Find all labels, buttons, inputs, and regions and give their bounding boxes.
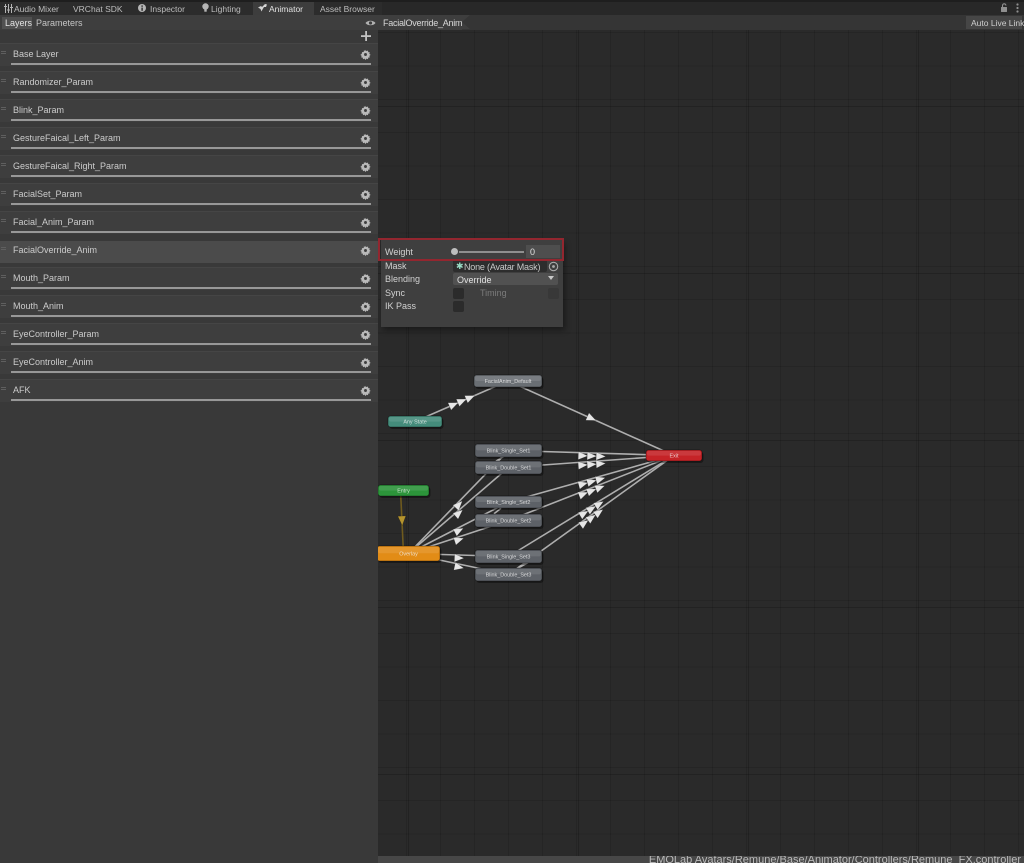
svg-text:Blink_Double_Set3: Blink_Double_Set3	[486, 573, 532, 579]
svg-text:Entry: Entry	[397, 489, 410, 495]
svg-text:Blink_Single_Set2: Blink_Single_Set2	[487, 500, 531, 506]
svg-text:Exit: Exit	[670, 454, 679, 460]
svg-text:Blink_Double_Set2: Blink_Double_Set2	[486, 519, 532, 525]
svg-text:Any State: Any State	[403, 420, 426, 426]
svg-text:Overlay: Overlay	[399, 552, 418, 558]
svg-text:Blink_Single_Set3: Blink_Single_Set3	[487, 555, 531, 561]
svg-text:Blink_Single_Set1: Blink_Single_Set1	[487, 449, 531, 455]
svg-text:FacialAnim_Default: FacialAnim_Default	[485, 379, 532, 385]
svg-text:Blink_Double_Set1: Blink_Double_Set1	[486, 466, 532, 472]
